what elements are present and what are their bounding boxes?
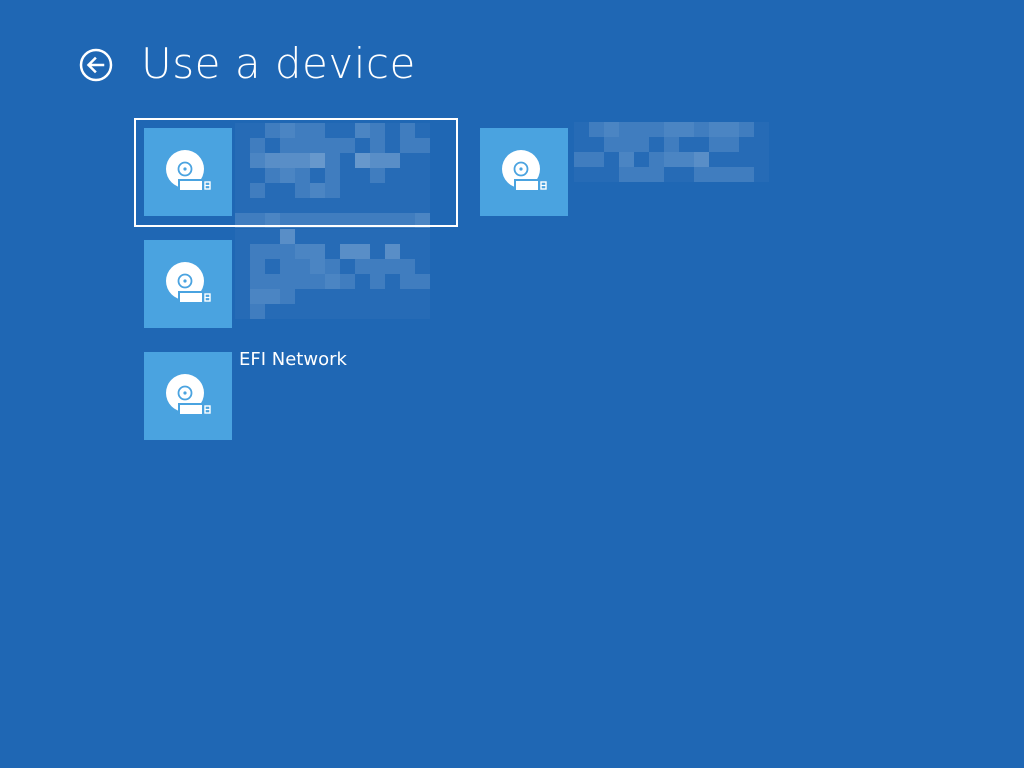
device-tile-1[interactable] bbox=[144, 128, 234, 218]
device-icon-box bbox=[144, 352, 232, 440]
device-label-1-redacted bbox=[235, 123, 430, 228]
usb-drive-icon bbox=[502, 150, 547, 191]
device-icon-box bbox=[144, 240, 232, 328]
usb-drive-icon bbox=[166, 374, 211, 415]
page-title: Use a device bbox=[141, 39, 416, 88]
device-tile-3[interactable] bbox=[144, 240, 234, 330]
device-tile-2[interactable] bbox=[480, 128, 570, 218]
device-label-efi-network: EFI Network bbox=[239, 349, 347, 370]
device-icon-box bbox=[144, 128, 232, 216]
usb-drive-icon bbox=[166, 262, 211, 303]
device-label-3-redacted bbox=[235, 229, 430, 319]
device-label-2-redacted bbox=[574, 122, 769, 182]
back-button[interactable] bbox=[78, 47, 114, 83]
device-tile-efi-network[interactable] bbox=[144, 352, 234, 442]
use-a-device-screen: Use a device EFI Network bbox=[0, 0, 1024, 768]
back-arrow-icon bbox=[78, 47, 114, 83]
usb-drive-icon bbox=[166, 150, 211, 191]
device-icon-box bbox=[480, 128, 568, 216]
